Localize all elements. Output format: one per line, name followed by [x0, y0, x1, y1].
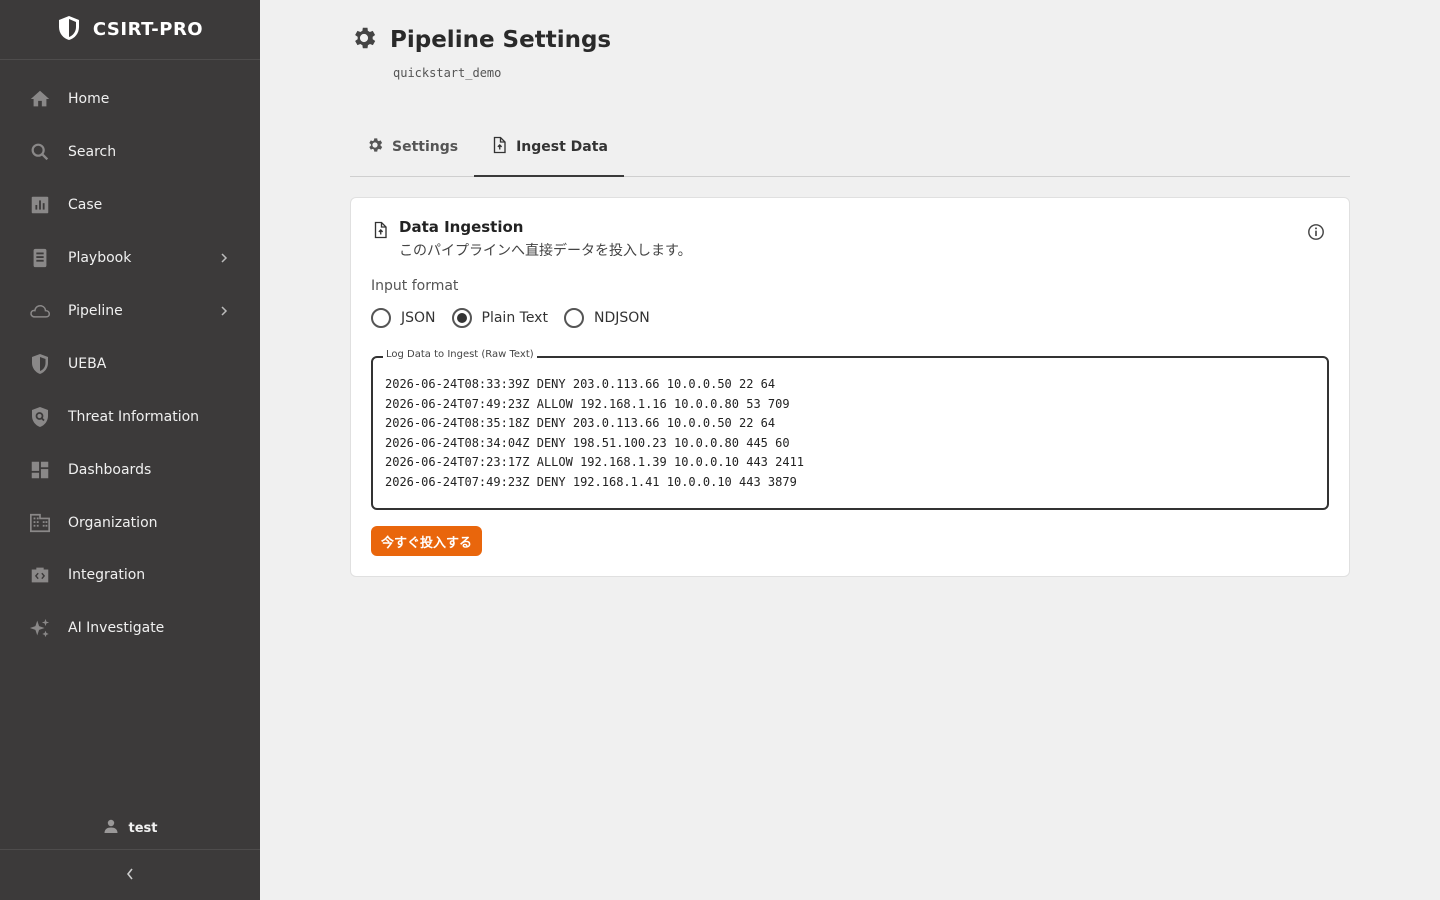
- sidebar-item-integration[interactable]: Integration: [0, 549, 260, 602]
- tab-ingest-data[interactable]: Ingest Data: [474, 118, 624, 177]
- book-icon: [29, 247, 51, 269]
- log-line: 2026-06-24T08:34:04Z DENY 198.51.100.23 …: [385, 435, 790, 450]
- sidebar-nav: Home Search Case Playbook Pipeline UEBA …: [0, 73, 260, 655]
- sidebar-item-threat-information[interactable]: Threat Information: [0, 390, 260, 443]
- file-upload-icon: [371, 220, 389, 260]
- brand[interactable]: CSIRT-PRO: [0, 0, 260, 60]
- sidebar-item-label: AI Investigate: [68, 620, 165, 637]
- person-icon: [103, 818, 119, 838]
- sidebar-item-label: Integration: [68, 567, 146, 584]
- file-upload-icon: [490, 136, 508, 158]
- card-description: このパイプラインへ直接データを投入します。: [399, 243, 692, 259]
- ingest-now-button[interactable]: 今すぐ投入する: [371, 526, 483, 556]
- sidebar: CSIRT-PRO Home Search Case Playbook Pipe…: [0, 0, 260, 900]
- sidebar-item-label: Organization: [68, 514, 158, 531]
- log-line: 2026-06-24T07:49:23Z DENY 192.168.1.41 1…: [385, 474, 797, 489]
- log-line: 2026-06-24T08:35:18Z DENY 203.0.113.66 1…: [385, 416, 776, 430]
- sidebar-item-home[interactable]: Home: [0, 73, 260, 126]
- page-title: Pipeline Settings: [390, 27, 612, 53]
- sidebar-item-organization[interactable]: Organization: [0, 496, 260, 549]
- sidebar-item-ai-investigate[interactable]: AI Investigate: [0, 602, 260, 655]
- sidebar-item-label: Home: [68, 91, 110, 108]
- sidebar-item-label: Case: [68, 197, 103, 214]
- radio-label: JSON: [401, 310, 436, 326]
- radio-label: Plain Text: [481, 310, 548, 326]
- dashboard-icon: [29, 459, 51, 481]
- brand-name: CSIRT-PRO: [92, 19, 204, 40]
- cloud-icon: [29, 300, 51, 322]
- sidebar-item-search[interactable]: Search: [0, 126, 260, 179]
- sidebar-item-ueba[interactable]: UEBA: [0, 337, 260, 390]
- radio-circle[interactable]: [563, 308, 584, 328]
- sidebar-item-pipeline[interactable]: Pipeline: [0, 285, 260, 338]
- tab-label: Ingest Data: [516, 139, 608, 155]
- tab-bar: Settings Ingest Data: [350, 118, 1350, 177]
- user-name: test: [128, 820, 158, 836]
- sidebar-item-label: Dashboards: [68, 461, 152, 478]
- sparkle-icon: [29, 617, 51, 639]
- sidebar-item-label: Playbook: [68, 250, 132, 267]
- building-icon: [29, 512, 51, 534]
- shield-icon: [29, 353, 51, 375]
- page-header: Pipeline Settings quickstart_demo: [350, 24, 611, 80]
- home-icon: [29, 88, 51, 110]
- log-data-textarea[interactable]: Log Data to Ingest (Raw Text) 2026-06-24…: [371, 349, 1329, 510]
- pipeline-name: quickstart_demo: [393, 66, 502, 80]
- user-menu[interactable]: test: [0, 818, 260, 838]
- log-data-label: Log Data to Ingest (Raw Text): [383, 349, 537, 360]
- chevron-right-icon: [220, 252, 228, 264]
- radio-circle[interactable]: [451, 308, 472, 328]
- tab-settings[interactable]: Settings: [350, 118, 474, 176]
- input-format-label: Input format: [371, 278, 459, 294]
- format-radio-plain-text[interactable]: Plain Text: [451, 308, 548, 328]
- search-icon: [29, 141, 51, 163]
- radio-circle[interactable]: [371, 308, 391, 328]
- collapse-sidebar-button[interactable]: [0, 849, 260, 900]
- sidebar-item-label: Pipeline: [68, 303, 123, 319]
- shield-logo-icon: [57, 15, 81, 45]
- bar-chart-icon: [29, 194, 51, 216]
- chevron-right-icon: [220, 305, 228, 317]
- sidebar-item-dashboards[interactable]: Dashboards: [0, 443, 260, 496]
- shield-search-icon: [29, 406, 51, 428]
- card-title: Data Ingestion: [399, 218, 524, 236]
- sidebar-item-label: UEBA: [68, 355, 107, 372]
- radio-label: NDJSON: [593, 310, 650, 326]
- tab-label: Settings: [392, 139, 459, 155]
- sidebar-item-label: Search: [68, 144, 117, 161]
- chevron-left-icon: [125, 866, 135, 885]
- format-radio-json[interactable]: JSON: [371, 308, 436, 328]
- sidebar-item-label: Threat Information: [68, 408, 200, 425]
- info-icon[interactable]: [1307, 223, 1325, 241]
- log-line: 2026-06-24T08:33:39Z DENY 203.0.113.66 1…: [385, 377, 776, 391]
- log-data-content[interactable]: 2026-06-24T08:33:39Z DENY 203.0.113.66 1…: [385, 370, 1315, 498]
- card-header: Data Ingestion このパイプラインへ直接データを投入します。: [371, 218, 692, 260]
- gear-icon: [350, 24, 378, 56]
- log-line: 2026-06-24T07:49:23Z ALLOW 192.168.1.16 …: [385, 396, 790, 411]
- integration-icon: [29, 564, 51, 586]
- sidebar-item-case[interactable]: Case: [0, 179, 260, 232]
- format-radio-ndjson[interactable]: NDJSON: [563, 308, 650, 328]
- gear-icon: [366, 136, 384, 158]
- input-format-radio-group: JSON Plain Text NDJSON: [371, 308, 650, 328]
- data-ingestion-card: Data Ingestion このパイプラインへ直接データを投入します。 Inp…: [350, 197, 1350, 577]
- log-line: 2026-06-24T07:23:17Z ALLOW 192.168.1.39 …: [385, 455, 805, 469]
- sidebar-item-playbook[interactable]: Playbook: [0, 232, 260, 285]
